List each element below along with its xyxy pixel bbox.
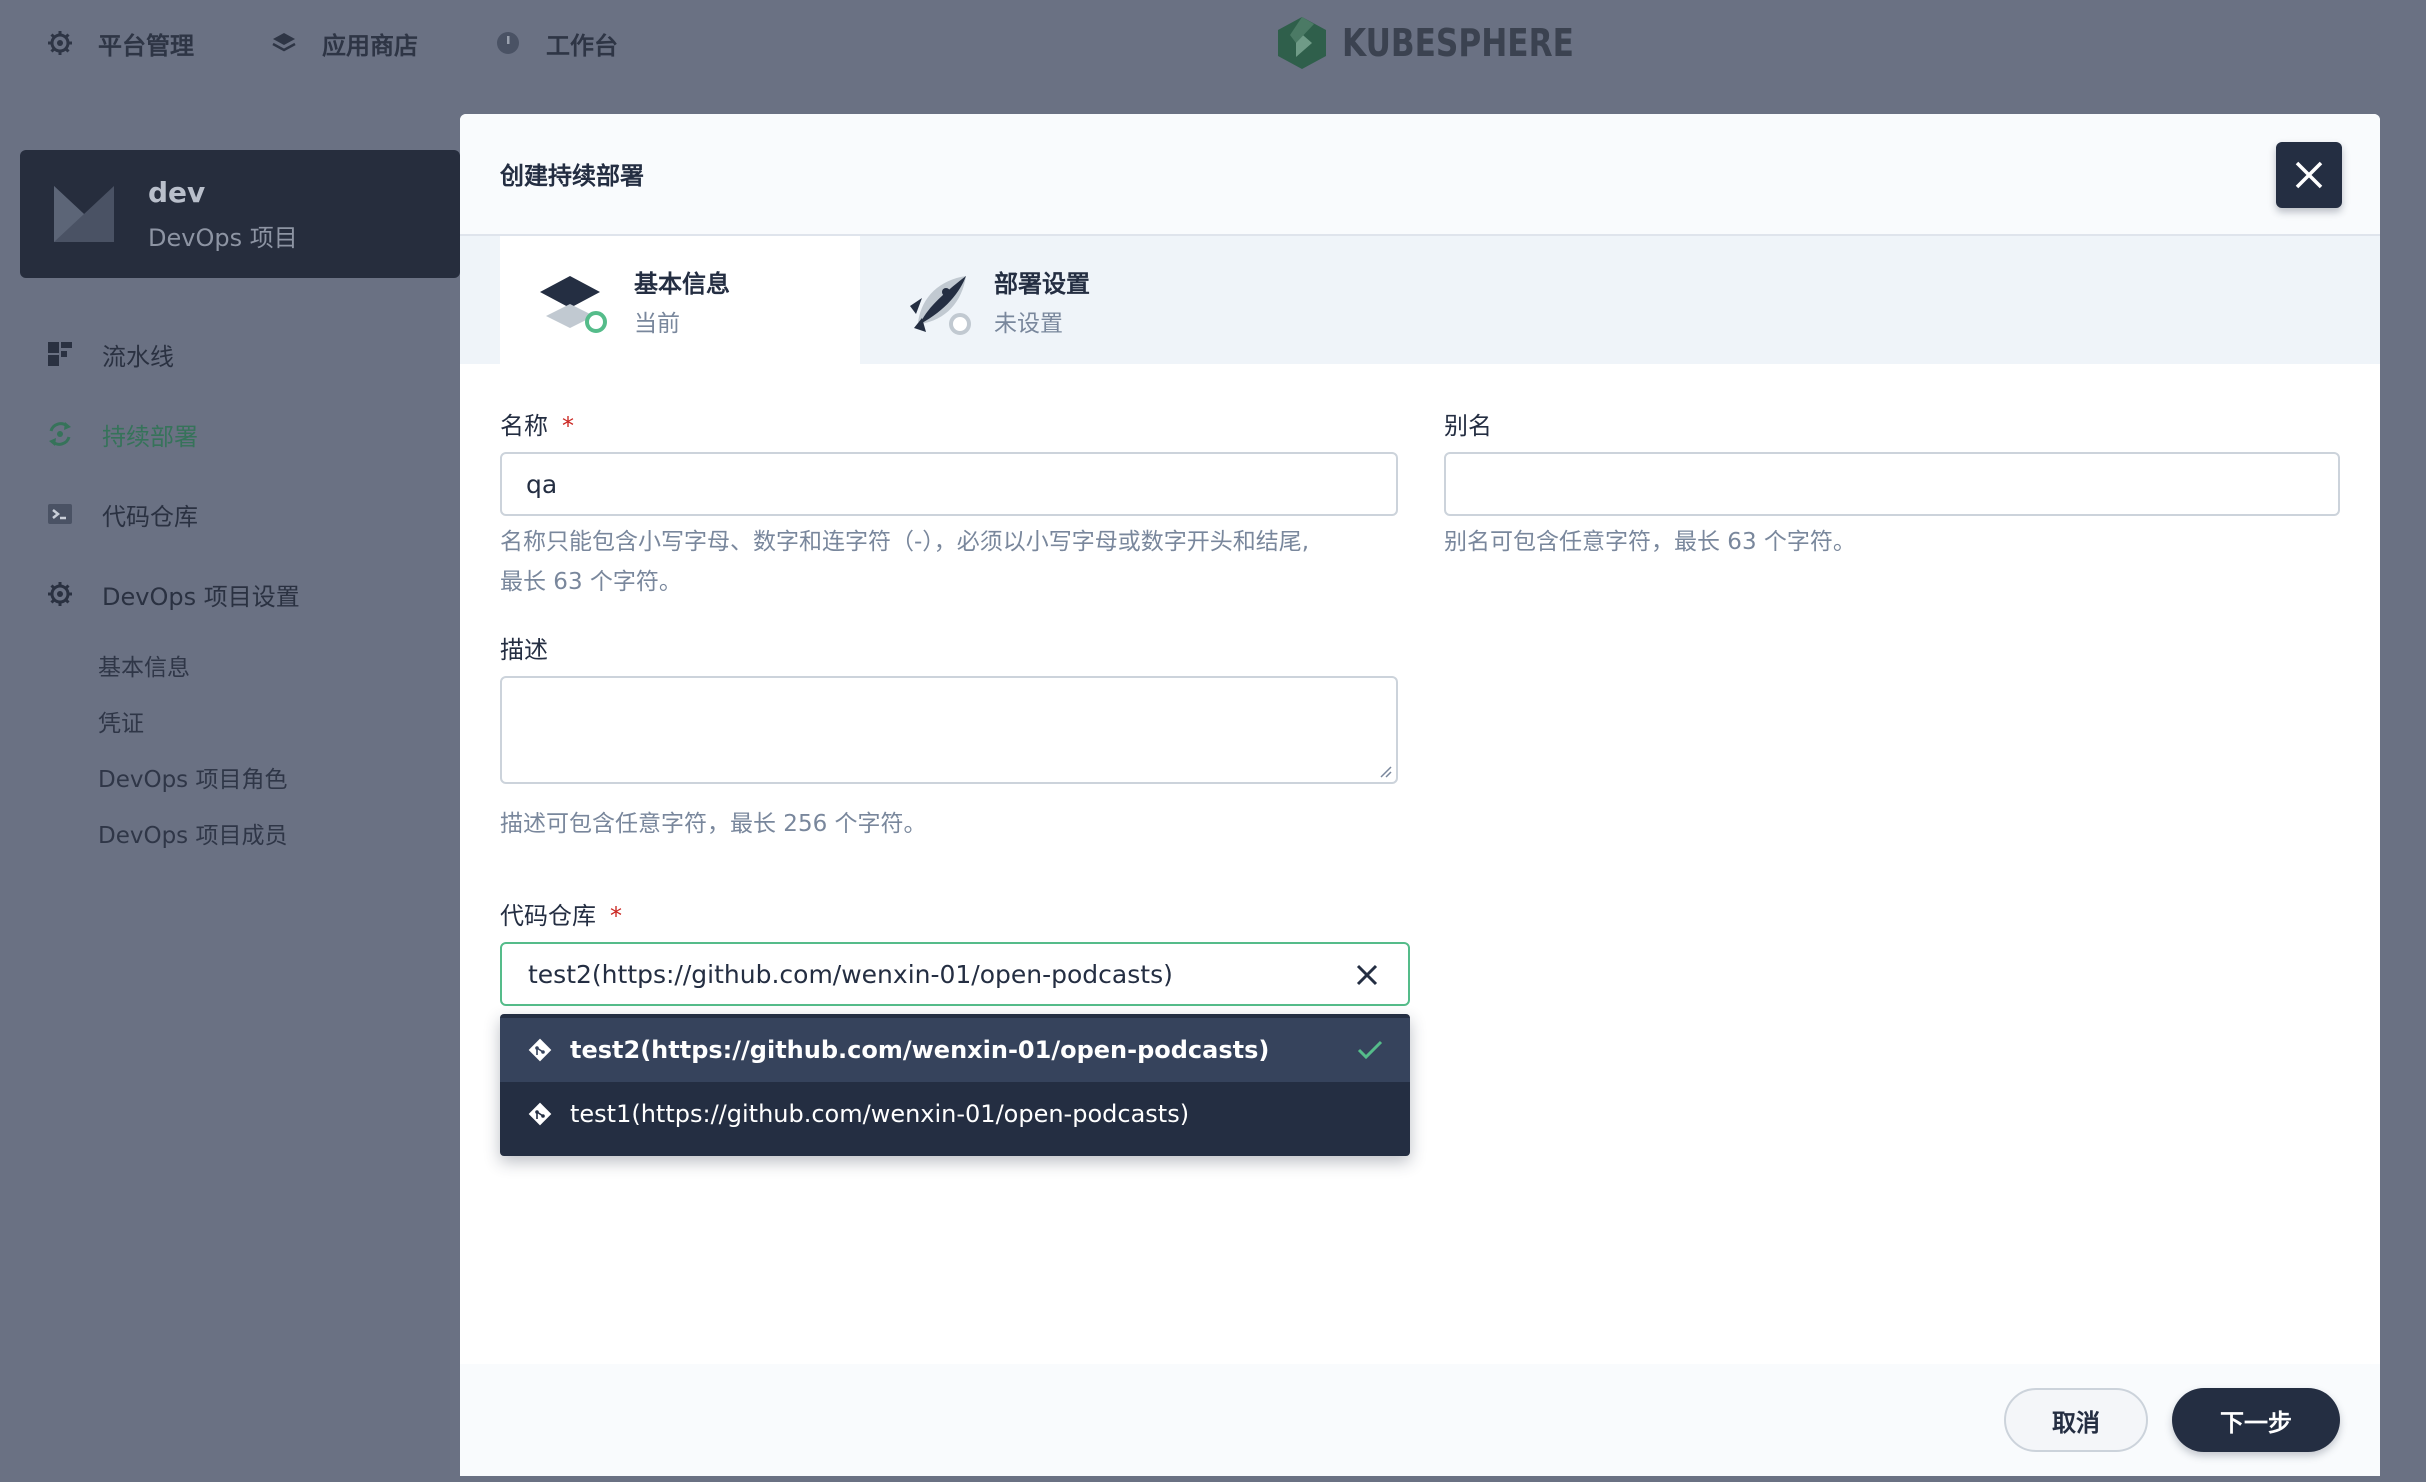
next-button[interactable]: 下一步 bbox=[2172, 1388, 2340, 1452]
clock-icon bbox=[494, 29, 522, 57]
alias-label: 别名 bbox=[1444, 412, 1492, 440]
close-button[interactable] bbox=[2276, 142, 2342, 208]
code-repo-icon bbox=[46, 500, 74, 528]
step-title: 部署设置 bbox=[994, 270, 1090, 298]
modal-footer: 取消 下一步 bbox=[460, 1364, 2380, 1476]
project-logo-icon bbox=[54, 186, 114, 242]
name-label-text: 名称 bbox=[500, 412, 548, 440]
layers-icon bbox=[270, 29, 298, 57]
dropdown-option-label: test1(https://github.com/wenxin-01/open-… bbox=[570, 1100, 1190, 1128]
name-input-value: qa bbox=[526, 469, 558, 499]
sidebar-item-code-repos[interactable]: 代码仓库 bbox=[46, 494, 198, 534]
sidebar-item-devops-settings[interactable]: DevOps 项目设置 bbox=[46, 574, 300, 614]
sidebar-item-label: DevOps 项目设置 bbox=[102, 582, 300, 611]
step-deploy-settings[interactable]: 部署设置 未设置 bbox=[860, 236, 1220, 364]
nav-platform-label: 平台管理 bbox=[98, 31, 194, 60]
step-status: 当前 bbox=[634, 311, 680, 337]
modal-header: 创建持续部署 bbox=[460, 114, 2380, 236]
sidebar-subitem-project-members[interactable]: DevOps 项目成员 bbox=[98, 816, 287, 850]
git-icon bbox=[526, 1036, 554, 1064]
name-hint-line1: 名称只能包含小写字母、数字和连字符（-），必须以小写字母或数字开头和结尾, bbox=[500, 529, 1310, 555]
modal-title: 创建持续部署 bbox=[500, 162, 644, 190]
resize-handle-icon[interactable] bbox=[1376, 762, 1392, 778]
sidebar-item-continuous-deployment[interactable]: 持续部署 bbox=[46, 414, 198, 454]
project-name: dev bbox=[148, 176, 206, 209]
code-repo-select[interactable]: test2(https://github.com/wenxin-01/open-… bbox=[500, 942, 1410, 1006]
sidebar-subitem-credentials[interactable]: 凭证 bbox=[98, 704, 144, 738]
nav-platform-management[interactable]: 平台管理 bbox=[46, 24, 194, 62]
brand-name: KUBESPHERE bbox=[1342, 21, 1574, 65]
name-hint-line2: 最长 63 个字符。 bbox=[500, 569, 682, 595]
project-type: DevOps 项目 bbox=[148, 224, 298, 252]
pipeline-icon bbox=[46, 340, 74, 368]
step-status: 未设置 bbox=[994, 311, 1063, 337]
nav-app-store-label: 应用商店 bbox=[322, 31, 418, 60]
required-mark: * bbox=[610, 902, 622, 930]
name-hint: 名称只能包含小写字母、数字和连字符（-），必须以小写字母或数字开头和结尾, 最长… bbox=[500, 522, 1400, 602]
sidebar-item-label: 代码仓库 bbox=[102, 502, 198, 531]
sidebar-item-pipelines[interactable]: 流水线 bbox=[46, 334, 174, 374]
wizard-steps: 基本信息 当前 部署设置 未设置 bbox=[460, 236, 2380, 364]
step-title: 基本信息 bbox=[634, 270, 730, 298]
kubesphere-logo-icon bbox=[1278, 17, 1326, 69]
dropdown-option[interactable]: test2(https://github.com/wenxin-01/open-… bbox=[500, 1018, 1410, 1082]
close-icon bbox=[2295, 161, 2323, 189]
description-hint: 描述可包含任意字符，最长 256 个字符。 bbox=[500, 811, 927, 837]
description-textarea[interactable] bbox=[500, 676, 1398, 784]
checkmark-icon bbox=[1357, 1040, 1383, 1060]
code-repo-selected-value: test2(https://github.com/wenxin-01/open-… bbox=[528, 959, 1173, 989]
sidebar-item-label: 持续部署 bbox=[102, 422, 198, 451]
alias-input[interactable] bbox=[1444, 452, 2340, 516]
rocket-icon bbox=[910, 276, 971, 335]
code-repo-label: 代码仓库 * bbox=[500, 896, 622, 931]
dropdown-option[interactable]: test1(https://github.com/wenxin-01/open-… bbox=[500, 1082, 1410, 1146]
sidebar-item-label: 流水线 bbox=[102, 342, 174, 371]
kubesphere-logo[interactable]: KUBESPHERE bbox=[1276, 14, 1625, 72]
step-basic-info[interactable]: 基本信息 当前 bbox=[500, 236, 860, 364]
sidebar-subitem-project-roles[interactable]: DevOps 项目角色 bbox=[98, 760, 287, 794]
name-input[interactable]: qa bbox=[500, 452, 1398, 516]
code-repo-dropdown: test2(https://github.com/wenxin-01/open-… bbox=[500, 1014, 1410, 1156]
layers-icon bbox=[540, 276, 607, 333]
code-repo-label-text: 代码仓库 bbox=[500, 902, 596, 930]
name-label: 名称 * bbox=[500, 406, 574, 441]
required-mark: * bbox=[562, 412, 574, 440]
alias-hint: 别名可包含任意字符，最长 63 个字符。 bbox=[1444, 529, 1856, 555]
top-navigation: 平台管理 应用商店 工作台 KUBESPHERE bbox=[0, 0, 2426, 86]
dropdown-option-label: test2(https://github.com/wenxin-01/open-… bbox=[570, 1036, 1270, 1064]
gear-icon bbox=[46, 29, 74, 57]
nav-workbench-label: 工作台 bbox=[546, 31, 618, 60]
continuous-deploy-icon bbox=[46, 420, 74, 448]
create-cd-modal: 创建持续部署 基本信息 当前 部署设置 未设置 名称 * qa 名称只能包含小写… bbox=[460, 114, 2380, 1476]
cancel-button[interactable]: 取消 bbox=[2004, 1388, 2148, 1452]
git-icon bbox=[526, 1100, 554, 1128]
sidebar-subitem-basic-info[interactable]: 基本信息 bbox=[98, 648, 190, 682]
description-label: 描述 bbox=[500, 636, 548, 664]
clear-icon[interactable] bbox=[1354, 962, 1380, 988]
nav-app-store[interactable]: 应用商店 bbox=[270, 24, 418, 62]
gear-icon bbox=[46, 580, 74, 608]
project-card[interactable]: dev DevOps 项目 bbox=[20, 150, 460, 278]
nav-workbench[interactable]: 工作台 bbox=[494, 24, 618, 62]
